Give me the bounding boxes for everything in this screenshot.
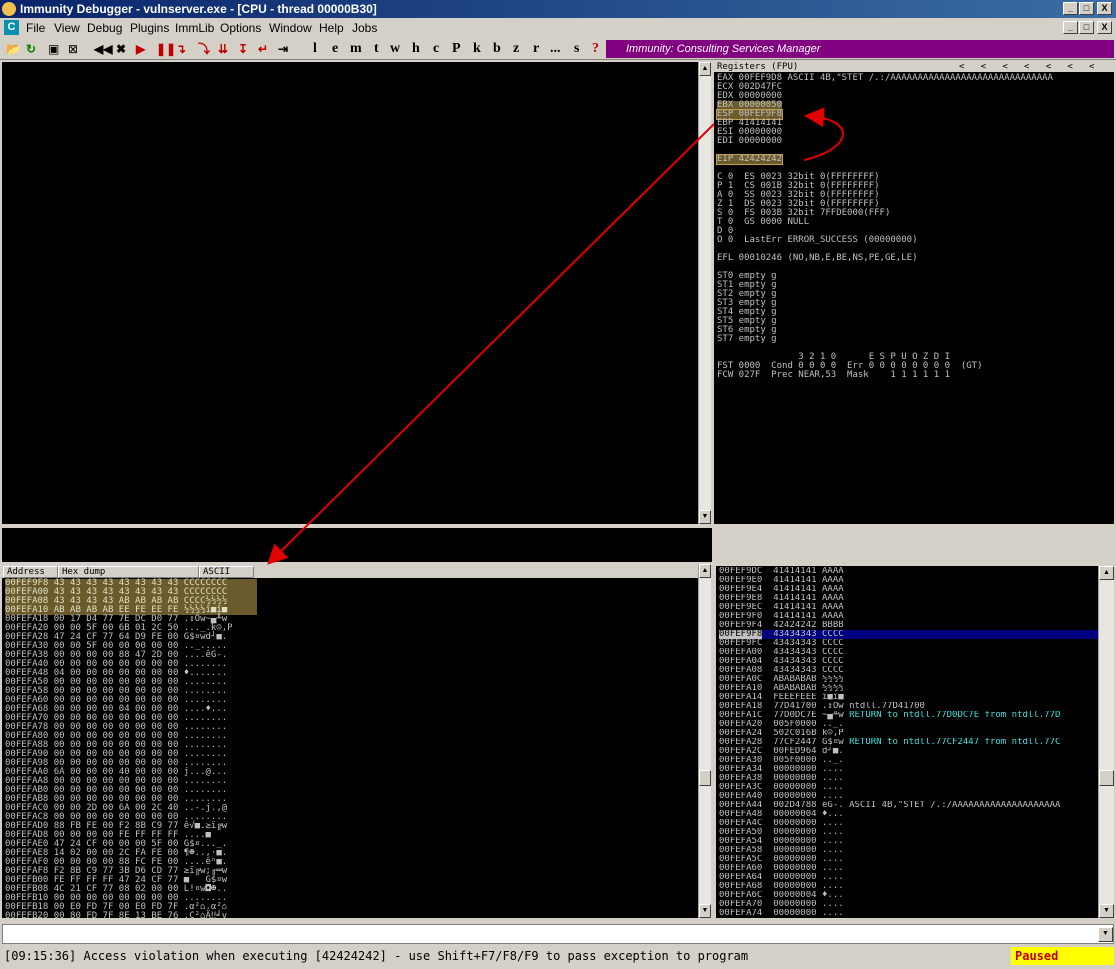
- status-badge: Paused: [1011, 947, 1114, 965]
- chevron-down-icon[interactable]: ▼: [1098, 927, 1113, 942]
- status-message: [09:15:36] Access violation when executi…: [4, 949, 749, 963]
- status-bar: [09:15:36] Access violation when executi…: [0, 946, 1116, 966]
- esp-to-dump-arrow: [267, 123, 715, 565]
- eip-to-esp-arrow: [803, 107, 844, 161]
- annotation-arrows: [267, 107, 844, 565]
- command-input[interactable]: ▼: [2, 924, 1114, 944]
